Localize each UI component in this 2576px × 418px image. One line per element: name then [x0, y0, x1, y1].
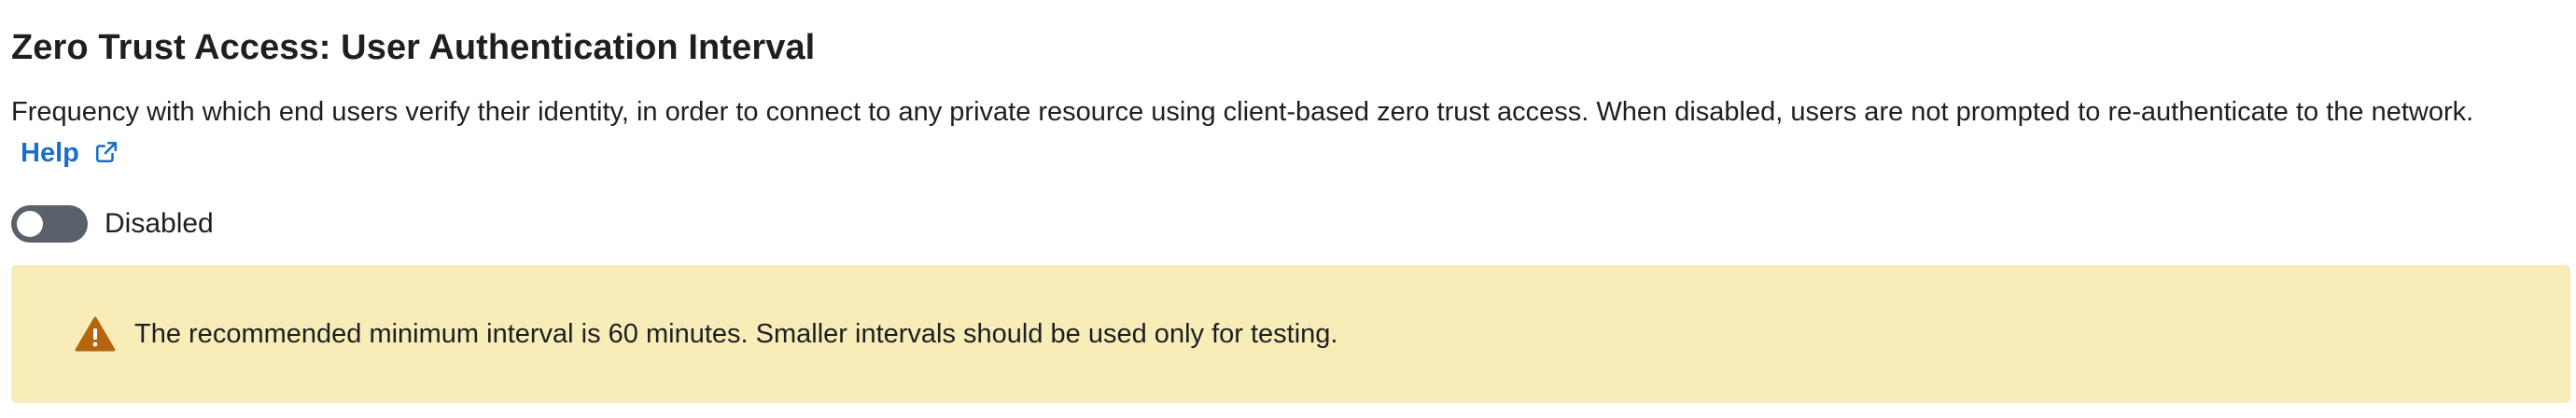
external-link-icon [95, 141, 117, 163]
setting-title: Zero Trust Access: User Authentication I… [11, 28, 816, 67]
warning-triangle-icon [75, 316, 116, 352]
warning-text: The recommended minimum interval is 60 m… [134, 318, 1338, 349]
setting-description: Frequency with which end users verify th… [11, 91, 2531, 174]
warning-banner: The recommended minimum interval is 60 m… [11, 265, 2570, 403]
auth-interval-toggle[interactable] [11, 205, 88, 243]
help-link[interactable]: Help [21, 138, 119, 168]
help-link-label: Help [21, 138, 79, 168]
description-text: Frequency with which end users verify th… [11, 97, 2474, 127]
toggle-knob [17, 211, 43, 237]
toggle-label: Disabled [105, 208, 214, 239]
toggle-row: Disabled [11, 203, 214, 244]
